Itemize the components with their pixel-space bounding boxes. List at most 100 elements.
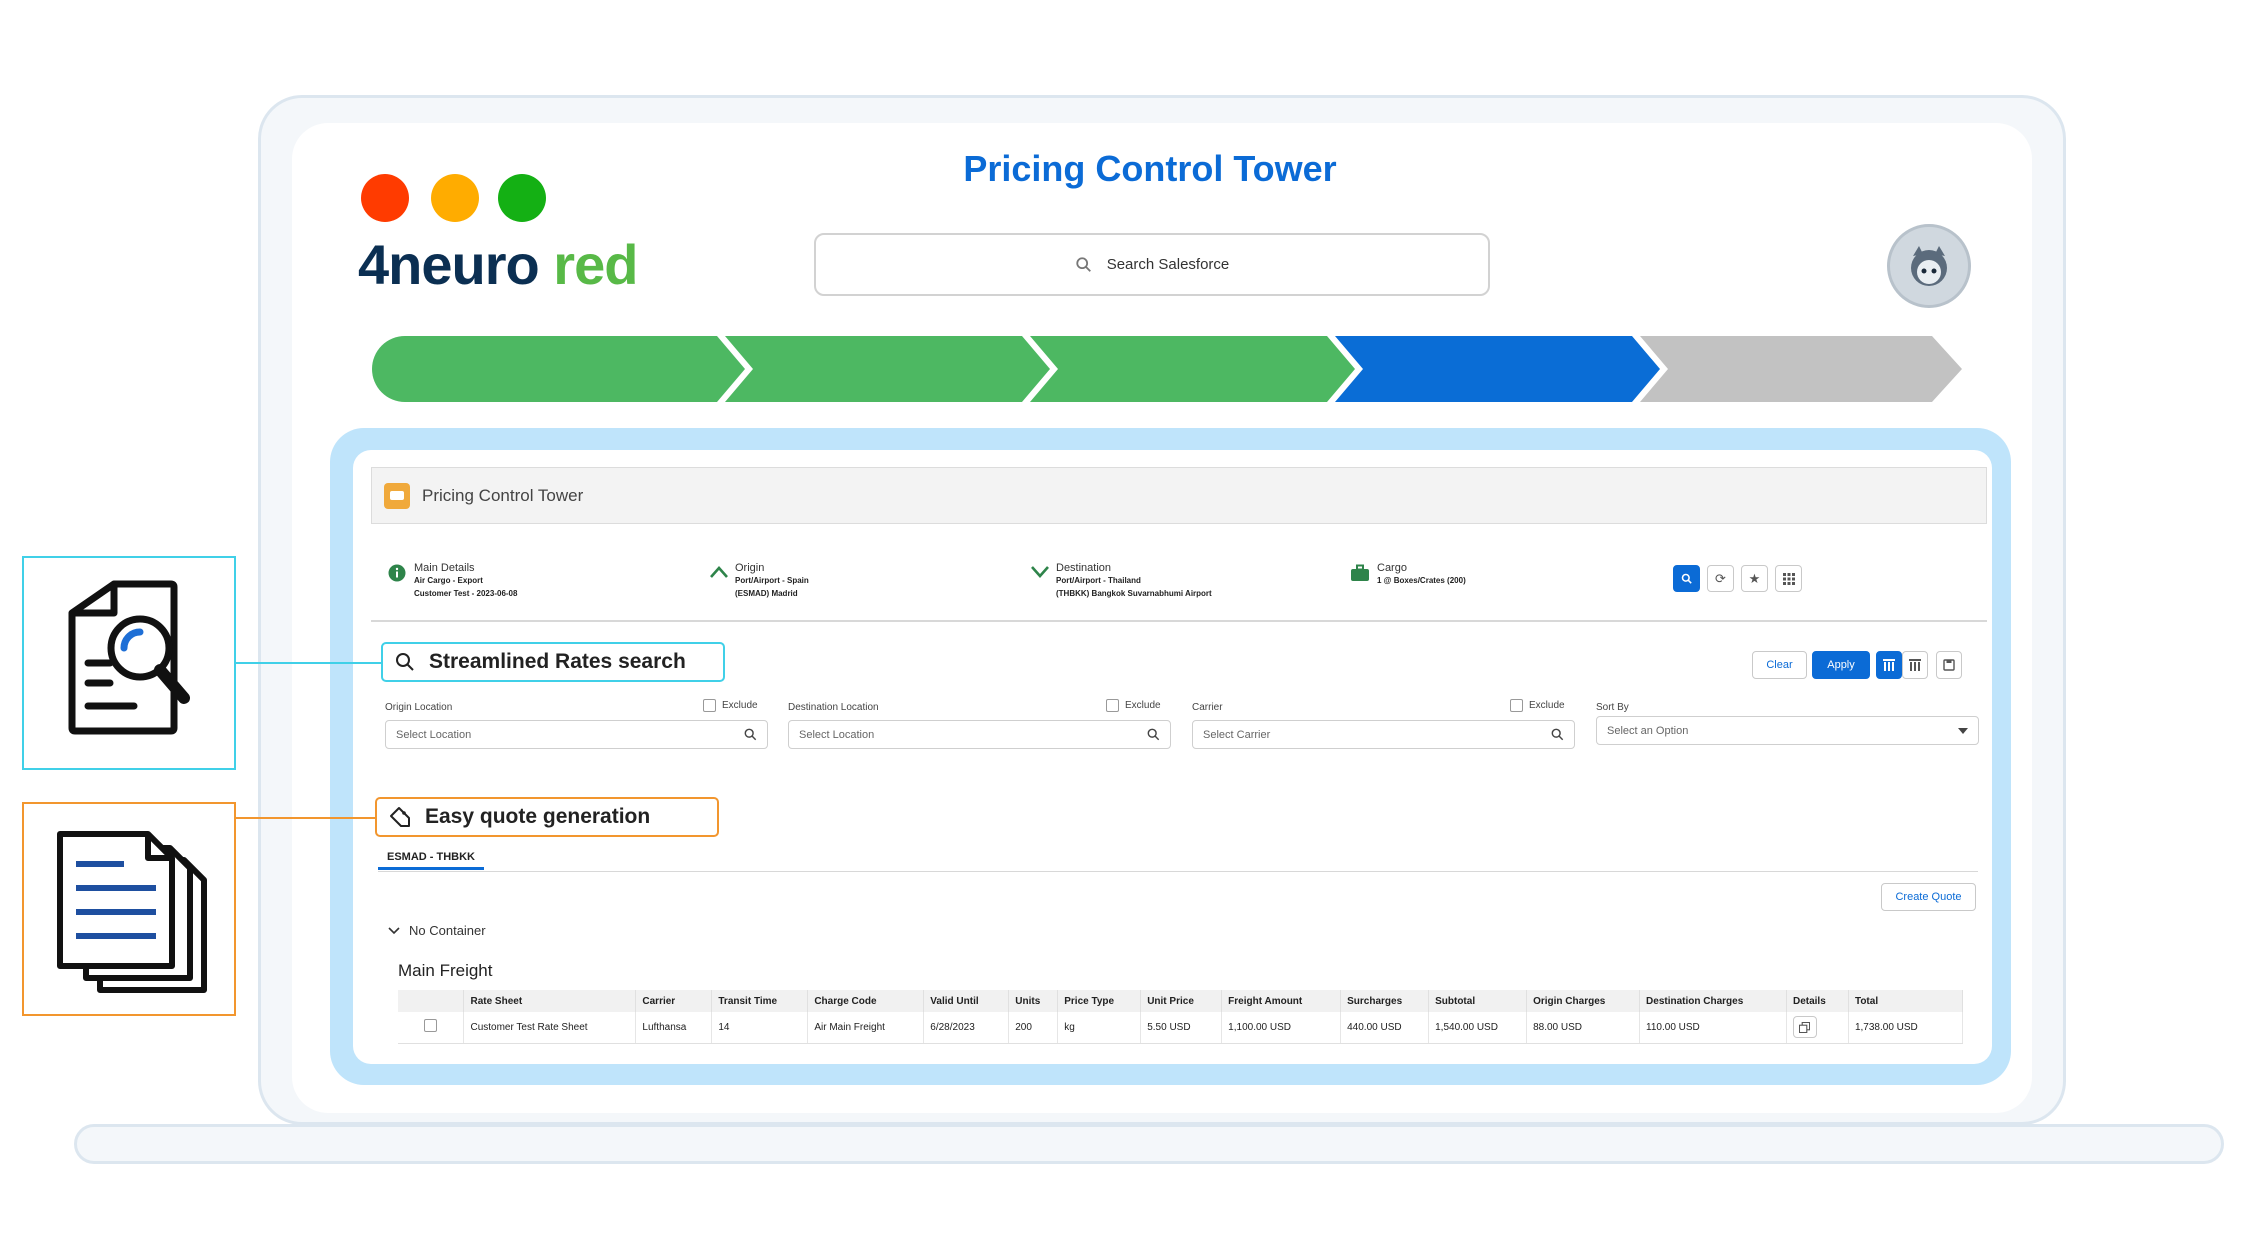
origin-line1: Port/Airport - Spain [735, 576, 809, 585]
destination-location-input[interactable]: Select Location [788, 720, 1171, 749]
table-view-button[interactable] [1876, 651, 1902, 679]
rates-search-connector [236, 662, 382, 664]
details-button[interactable] [1792, 1016, 1817, 1039]
cargo-step: Cargo 1 @ Boxes/Crates (200) [1377, 562, 1466, 587]
cell-transit-time: 14 [711, 1012, 809, 1044]
destination-title: Destination [1056, 562, 1112, 574]
global-search-input[interactable]: Search Salesforce [814, 233, 1490, 296]
row-select-cell[interactable] [398, 1012, 465, 1044]
origin-location-input[interactable]: Select Location [385, 720, 768, 749]
search-icon [1551, 728, 1564, 741]
favorite-button[interactable]: ★ [1741, 565, 1768, 592]
active-tab-indicator [378, 867, 484, 870]
carrier-input[interactable]: Select Carrier [1192, 720, 1575, 749]
carrier-placeholder: Select Carrier [1203, 728, 1271, 741]
col-carrier[interactable]: Carrier [635, 990, 713, 1012]
columns-icon [1909, 659, 1921, 671]
destination-exclude[interactable]: Exclude [1106, 699, 1161, 712]
cell-surcharges: 440.00 USD [1340, 1012, 1430, 1044]
col-details[interactable]: Details [1786, 990, 1849, 1012]
col-subtotal[interactable]: Subtotal [1428, 990, 1528, 1012]
col-charge-code[interactable]: Charge Code [807, 990, 925, 1012]
rates-search-feature-box [22, 556, 236, 770]
window-dot-yellow[interactable] [431, 174, 479, 222]
app-grid-button[interactable] [1775, 565, 1802, 592]
destination-line1: Port/Airport - Thailand [1056, 576, 1141, 585]
logo-text-2: red [553, 233, 638, 296]
main-details-line2: Customer Test - 2023-06-08 [414, 589, 518, 598]
search-tool-button[interactable] [1673, 565, 1700, 592]
tab-esmad-thbkk[interactable]: ESMAD - THBKK [387, 851, 475, 863]
table-row[interactable]: Customer Test Rate Sheet Lufthansa 14 Ai… [398, 1012, 1964, 1044]
origin-location-placeholder: Select Location [396, 728, 472, 741]
origin-exclude[interactable]: Exclude [703, 699, 758, 712]
col-freight-amount[interactable]: Freight Amount [1221, 990, 1342, 1012]
col-valid-until[interactable]: Valid Until [923, 990, 1010, 1012]
cell-units: 200 [1008, 1012, 1059, 1044]
destination-location-label: Destination Location [788, 702, 879, 713]
cell-freight-amount: 1,100.00 USD [1221, 1012, 1342, 1044]
col-destination-charges[interactable]: Destination Charges [1639, 990, 1787, 1012]
cell-price-type: kg [1057, 1012, 1142, 1044]
col-units[interactable]: Units [1008, 990, 1059, 1012]
refresh-icon: ⟳ [1715, 570, 1726, 586]
window-dot-red[interactable] [361, 174, 409, 222]
rates-table: Rate Sheet Carrier Transit Time Charge C… [398, 990, 1964, 1044]
save-view-button[interactable] [1936, 651, 1962, 679]
caret-down-icon [1958, 727, 1968, 734]
progress-step-1[interactable] [372, 336, 745, 402]
cell-valid-until: 6/28/2023 [923, 1012, 1010, 1044]
create-quote-button[interactable]: Create Quote [1881, 883, 1976, 911]
cell-details [1786, 1012, 1849, 1044]
destination-step: Destination Port/Airport - Thailand (THB… [1056, 562, 1212, 600]
progress-step-2[interactable] [725, 336, 1050, 402]
truck-icon [384, 482, 410, 509]
user-avatar[interactable] [1887, 224, 1971, 308]
star-icon: ★ [1748, 570, 1761, 586]
progress-step-5[interactable] [1640, 336, 1962, 402]
origin-location-label: Origin Location [385, 702, 453, 713]
row-checkbox[interactable] [424, 1019, 438, 1033]
apply-button[interactable]: Apply [1812, 651, 1870, 679]
cell-charge-code: Air Main Freight [807, 1012, 925, 1044]
table-view-icon [1883, 659, 1895, 671]
astro-avatar-icon [1911, 246, 1947, 286]
col-unit-price[interactable]: Unit Price [1140, 990, 1223, 1012]
quote-feature-box [22, 802, 236, 1016]
progress-step-3[interactable] [1030, 336, 1355, 402]
window-dot-green[interactable] [498, 174, 546, 222]
sort-by-select[interactable]: Select an Option [1596, 716, 1979, 745]
origin-exclude-label: Exclude [722, 700, 758, 711]
destination-exclude-checkbox[interactable] [1106, 699, 1119, 712]
quote-label: Easy quote generation [425, 805, 651, 828]
carrier-exclude-label: Exclude [1529, 700, 1565, 711]
cell-rate-sheet: Customer Test Rate Sheet [463, 1012, 637, 1044]
laptop-base [74, 1124, 2224, 1164]
col-price-type[interactable]: Price Type [1057, 990, 1142, 1012]
cell-unit-price: 5.50 USD [1140, 1012, 1223, 1044]
refresh-button[interactable]: ⟳ [1707, 565, 1734, 592]
col-surcharges[interactable]: Surcharges [1340, 990, 1430, 1012]
col-total[interactable]: Total [1848, 990, 1964, 1012]
col-transit-time[interactable]: Transit Time [711, 990, 809, 1012]
column-view-button[interactable] [1902, 651, 1928, 679]
origin-line2: (ESMAD) Madrid [735, 589, 798, 598]
origin-exclude-checkbox[interactable] [703, 699, 716, 712]
no-container-group[interactable]: No Container [388, 923, 486, 938]
logo-text-1: neuro [388, 233, 540, 296]
carrier-exclude-checkbox[interactable] [1510, 699, 1523, 712]
panel-header: Pricing Control Tower [371, 467, 1987, 524]
col-origin-charges[interactable]: Origin Charges [1526, 990, 1641, 1012]
brand-logo: 4neuro red [358, 232, 638, 297]
origin-step: Origin Port/Airport - Spain (ESMAD) Madr… [735, 562, 809, 600]
section-title: Main Freight [398, 961, 493, 980]
cell-total: 1,738.00 USD [1848, 1012, 1964, 1044]
carrier-exclude[interactable]: Exclude [1510, 699, 1565, 712]
search-icon [1147, 728, 1160, 741]
progress-step-4[interactable] [1335, 336, 1660, 402]
info-icon [388, 564, 406, 582]
chevron-down-icon [388, 926, 400, 934]
clear-button[interactable]: Clear [1752, 651, 1807, 679]
copy-icon [1799, 1021, 1811, 1033]
col-rate-sheet[interactable]: Rate Sheet [463, 990, 637, 1012]
